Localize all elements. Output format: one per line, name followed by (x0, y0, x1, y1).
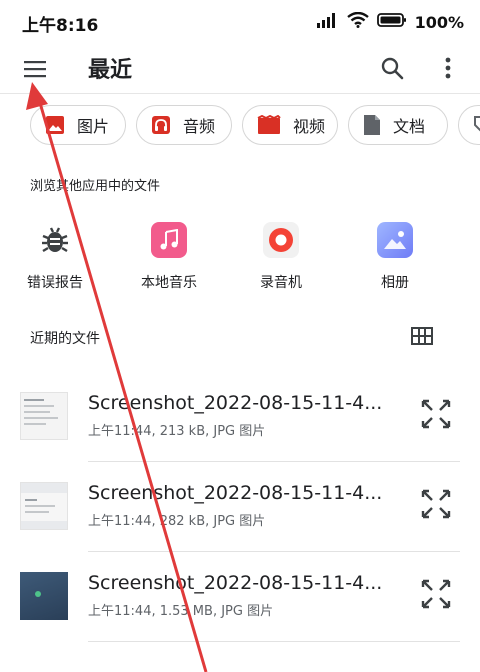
file-name: Screenshot_2022-08-15-11-4... (88, 392, 383, 414)
bug-icon (37, 222, 73, 258)
battery-icon (376, 12, 407, 32)
chip-label: 视频 (293, 117, 326, 136)
chip-documents[interactable]: 文档 (348, 105, 448, 145)
app-label: 相册 (381, 275, 409, 291)
more-options-button[interactable] (432, 50, 464, 86)
app-bar: 最近 (0, 44, 480, 94)
more-vert-icon (445, 57, 451, 79)
expand-button[interactable] (418, 486, 454, 522)
film-icon (257, 115, 281, 134)
app-label: 录音机 (260, 275, 302, 291)
battery-percent: 100% (414, 12, 464, 32)
music-note-icon (151, 222, 187, 258)
search-button[interactable] (374, 50, 410, 86)
app-label: 错误报告 (27, 275, 83, 291)
menu-button[interactable] (18, 52, 52, 86)
search-icon (381, 57, 404, 80)
hamburger-icon (24, 61, 46, 78)
expand-button[interactable] (418, 576, 454, 612)
chip-images[interactable]: 图片 (30, 105, 126, 145)
chip-more[interactable] (458, 105, 480, 145)
app-label: 本地音乐 (141, 275, 197, 291)
file-meta: 上午11:44, 282 kB, JPG 图片 (88, 514, 266, 529)
file-name: Screenshot_2022-08-15-11-4... (88, 572, 383, 594)
image-icon (46, 116, 64, 134)
other-apps-heading: 浏览其他应用中的文件 (30, 179, 161, 194)
file-thumbnail (20, 572, 68, 620)
file-thumbnail (20, 392, 68, 440)
app-bug-report[interactable]: 错误报告 (0, 218, 110, 298)
status-icons: 100% (316, 11, 464, 32)
app-gallery[interactable]: 相册 (340, 218, 450, 298)
chip-video[interactable]: 视频 (242, 105, 338, 145)
file-meta: 上午11:44, 213 kB, JPG 图片 (88, 424, 266, 439)
file-meta: 上午11:44, 1.53 MB, JPG 图片 (88, 604, 274, 619)
file-row[interactable]: Screenshot_2022-08-15-11-4... 上午11:44, 2… (0, 374, 480, 462)
filter-chips: 图片 音频 视频 文档 (30, 105, 480, 145)
file-row[interactable]: Screenshot_2022-08-15-11-4... 上午11:44, 1… (0, 554, 480, 642)
app-local-music[interactable]: 本地音乐 (114, 218, 224, 298)
grid-view-icon (411, 327, 433, 345)
row-divider (88, 461, 460, 462)
tag-icon (474, 116, 480, 132)
expand-button[interactable] (418, 396, 454, 432)
chip-label: 音频 (183, 117, 216, 136)
document-icon (364, 115, 380, 135)
row-divider (88, 551, 460, 552)
gallery-icon (377, 222, 413, 258)
chip-label: 图片 (77, 117, 110, 136)
signal-icon (316, 12, 339, 32)
headphones-icon (152, 116, 170, 134)
expand-icon (421, 489, 451, 519)
expand-icon (421, 399, 451, 429)
status-bar: 上午8:16 100% (0, 0, 480, 44)
recent-files-heading: 近期的文件 (30, 331, 100, 347)
page-title: 最近 (88, 58, 133, 83)
record-icon (263, 222, 299, 258)
expand-icon (421, 579, 451, 609)
grid-view-button[interactable] (408, 322, 436, 350)
file-name: Screenshot_2022-08-15-11-4... (88, 482, 383, 504)
row-divider (88, 641, 460, 642)
chip-audio[interactable]: 音频 (136, 105, 232, 145)
app-recorder[interactable]: 录音机 (226, 218, 336, 298)
status-time: 上午8:16 (22, 16, 99, 36)
wifi-icon (346, 11, 369, 32)
chip-label: 文档 (393, 117, 426, 136)
file-row[interactable]: Screenshot_2022-08-15-11-4... 上午11:44, 2… (0, 464, 480, 552)
file-thumbnail (20, 482, 68, 530)
